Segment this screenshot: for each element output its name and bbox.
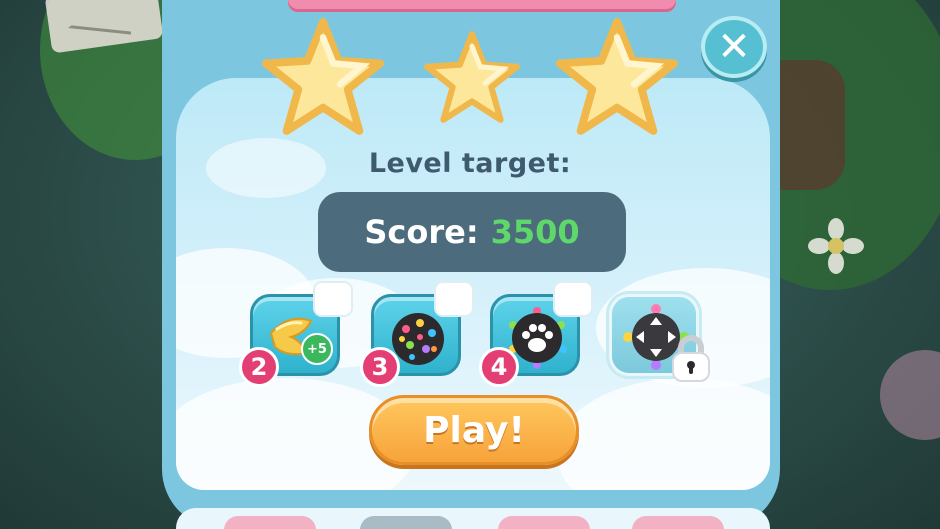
booster-select-checkbox[interactable] bbox=[553, 281, 593, 317]
score-target-box: Score: 3500 bbox=[318, 192, 626, 272]
level-target-label: Level target: bbox=[368, 148, 572, 179]
lock-icon bbox=[672, 335, 710, 382]
booster-select-checkbox[interactable] bbox=[313, 281, 353, 317]
score-label: Score: bbox=[364, 213, 479, 251]
star-icon bbox=[261, 17, 385, 135]
booster-arrow-candy-bomb-locked[interactable] bbox=[609, 294, 710, 382]
booster-color-candy-bomb[interactable]: 3 bbox=[360, 281, 474, 387]
background-daisy-icon bbox=[808, 218, 864, 274]
close-button[interactable]: ✕ bbox=[701, 16, 767, 78]
bottom-booster-tray bbox=[176, 508, 770, 529]
booster-count-badge: 4 bbox=[479, 347, 519, 387]
title-banner bbox=[288, 0, 676, 12]
cloud-decoration bbox=[556, 378, 770, 490]
booster-golden-hammer[interactable]: +5 2 bbox=[239, 281, 353, 387]
star-icon bbox=[555, 17, 679, 135]
bonus-moves-badge: +5 bbox=[301, 333, 333, 365]
background-flower-bush bbox=[880, 350, 940, 440]
tray-slot[interactable] bbox=[632, 516, 724, 529]
tray-slot[interactable] bbox=[498, 516, 590, 529]
booster-select-checkbox[interactable] bbox=[434, 281, 474, 317]
star-icon bbox=[424, 31, 520, 123]
booster-paw-candy-bomb[interactable]: 4 bbox=[479, 281, 593, 387]
booster-count-badge: 3 bbox=[360, 347, 400, 387]
booster-count-badge: 2 bbox=[239, 347, 279, 387]
score-value: 3500 bbox=[490, 213, 580, 251]
tray-slot[interactable] bbox=[360, 516, 452, 529]
close-icon: ✕ bbox=[717, 24, 751, 70]
tray-slot[interactable] bbox=[224, 516, 316, 529]
play-button[interactable]: Play! bbox=[369, 395, 579, 465]
